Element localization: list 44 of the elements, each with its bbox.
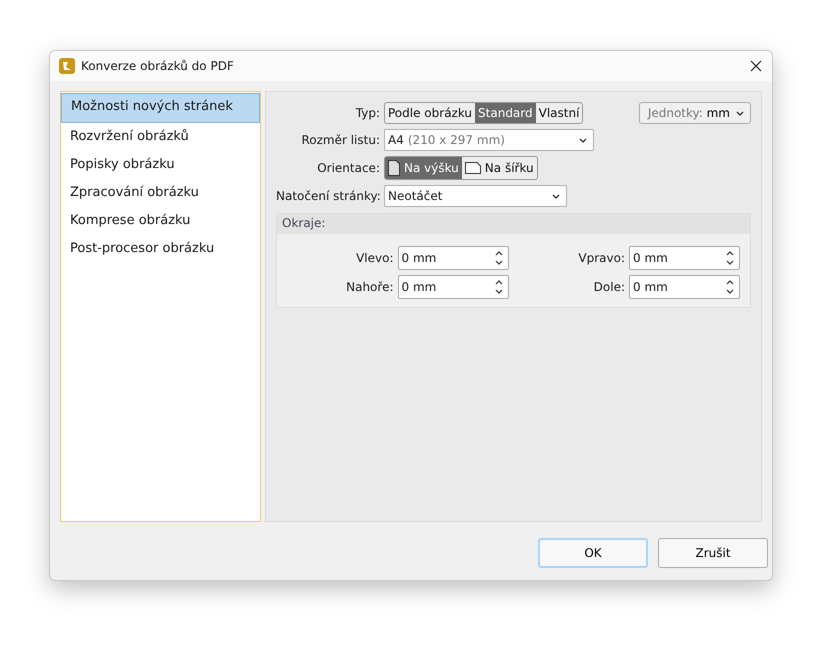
sidebar-item[interactable]: Možnosti nových stránek bbox=[61, 93, 260, 123]
field-label: Orientace: bbox=[316, 161, 380, 175]
type-option[interactable]: Vlastní bbox=[536, 103, 582, 123]
orientation-option[interactable]: Na šířku bbox=[462, 157, 537, 179]
type-option[interactable]: Standard bbox=[475, 103, 536, 123]
spin-field[interactable]: 0 mm bbox=[629, 275, 740, 299]
units-dropdown[interactable]: Jednotky: mm bbox=[638, 102, 751, 124]
field-label: Vlevo: bbox=[356, 251, 394, 265]
rotation-dropdown[interactable]: Neotáčet bbox=[384, 185, 567, 207]
field-label: Typ: bbox=[354, 106, 380, 120]
spin-arrows-icon bbox=[726, 250, 734, 266]
spin-field[interactable]: 0 mm bbox=[398, 275, 508, 299]
group-title: Okraje: bbox=[282, 216, 326, 230]
field-label: Vpravo: bbox=[578, 251, 625, 265]
field-label: Nahoře: bbox=[346, 280, 394, 294]
type-option[interactable]: Podle obrázku bbox=[385, 103, 476, 123]
sidebar-item[interactable]: Popisky obrázku bbox=[61, 151, 260, 179]
dropdown-value: Neotáčet bbox=[388, 189, 442, 203]
window-title: Konverze obrázků do PDF bbox=[81, 59, 235, 73]
field-label: Natočení stránky: bbox=[276, 189, 380, 203]
spin-field[interactable]: 0 mm bbox=[398, 246, 508, 270]
field-label: Dole: bbox=[594, 280, 625, 294]
spin-field[interactable]: 0 mm bbox=[629, 246, 740, 270]
sidebar-item[interactable]: Komprese obrázku bbox=[61, 207, 260, 235]
spin-arrows-icon bbox=[494, 250, 502, 266]
dialog-button[interactable]: OK bbox=[538, 538, 648, 568]
sidebar-item[interactable]: Post-procesor obrázku bbox=[61, 235, 260, 263]
dialog-button[interactable]: Zrušit bbox=[658, 538, 768, 568]
orientation-option[interactable]: Na výšku bbox=[385, 157, 462, 179]
chevron-icon bbox=[736, 110, 744, 116]
sidebar-item[interactable]: Zpracování obrázku bbox=[61, 179, 260, 207]
portrait-page-icon bbox=[388, 160, 400, 176]
chevron-icon bbox=[579, 138, 587, 142]
size-detail: (210 x 297 mm) bbox=[408, 133, 505, 147]
app-icon bbox=[59, 58, 75, 74]
dropdown-value: A4 bbox=[388, 133, 404, 147]
landscape-page-icon bbox=[464, 162, 481, 174]
chevron-icon bbox=[552, 194, 560, 198]
field-label: Rozměr listu: bbox=[300, 133, 380, 147]
close-icon[interactable] bbox=[750, 60, 762, 72]
sidebar-item[interactable]: Rozvržení obrázků bbox=[61, 123, 260, 151]
sheet-size-dropdown[interactable]: A4 (210 x 297 mm) bbox=[384, 129, 594, 151]
spin-arrows-icon bbox=[726, 279, 734, 295]
spin-arrows-icon bbox=[494, 279, 502, 295]
